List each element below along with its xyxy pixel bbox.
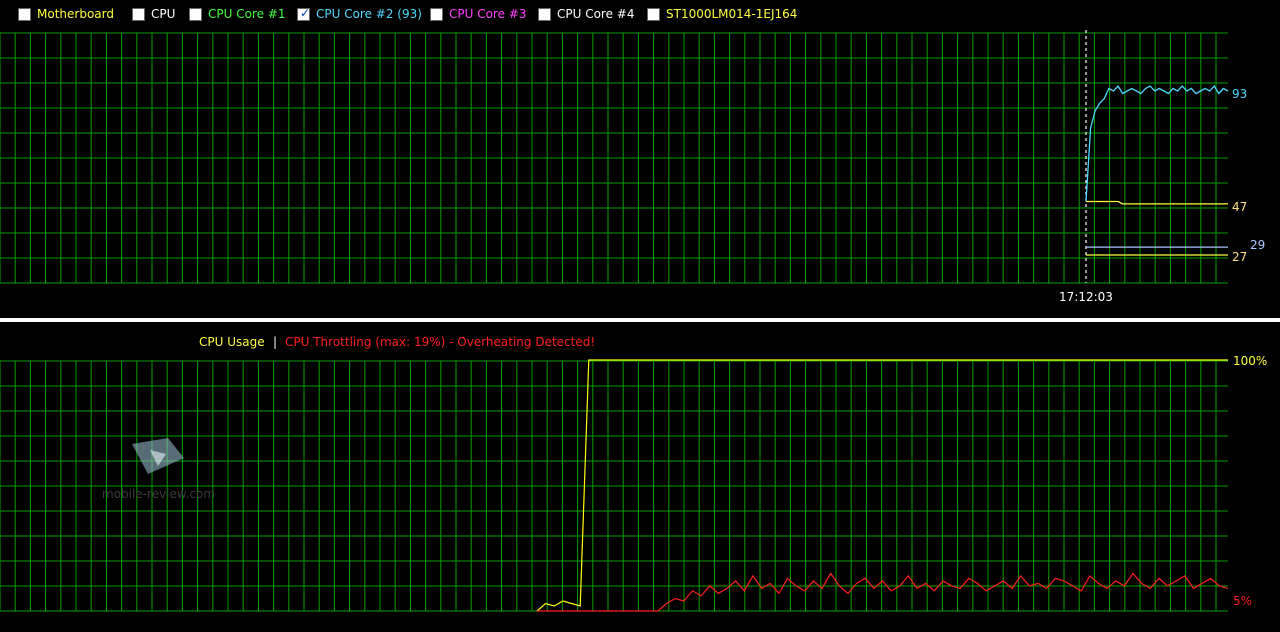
y-min-label: 5% [1233, 594, 1252, 608]
usage-chart: 100% 5% [0, 354, 1267, 612]
watermark-logo-icon [132, 438, 184, 474]
y-max-label: 100% [1233, 354, 1267, 368]
watermark-text: mobile-review.com [102, 487, 216, 501]
grid-lines [0, 360, 1228, 612]
